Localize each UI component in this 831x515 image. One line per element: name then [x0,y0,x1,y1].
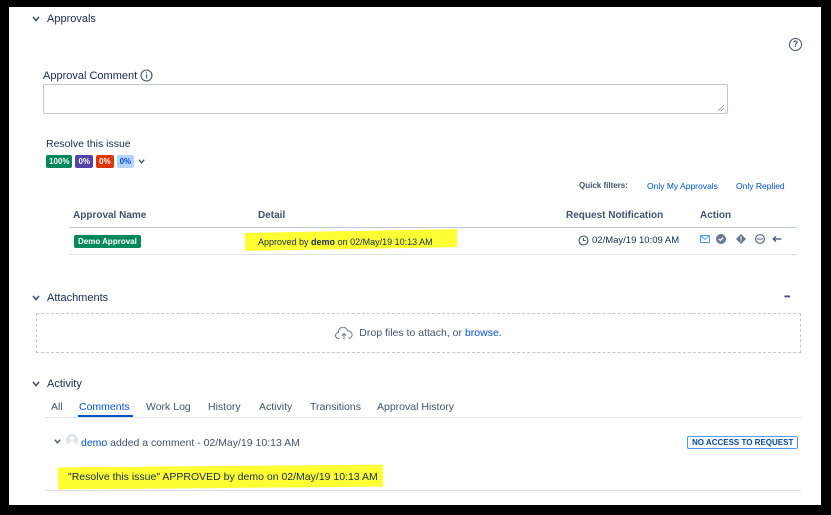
tab-work-log[interactable]: Work Log [146,401,191,413]
clock-icon [578,235,589,246]
approval-detail: Approved by demo on 02/May/19 10:13 AM [258,237,433,247]
attachment-dropzone[interactable]: Drop files to attach, or browse. [36,313,801,353]
filter-only-my-approvals[interactable]: Only My Approvals [647,181,718,191]
cloud-upload-icon [335,326,353,339]
tab-history[interactable]: History [208,401,241,413]
reply-icon[interactable] [772,234,782,244]
comment-divider [45,490,801,491]
comment-timestamp: added a comment - 02/May/19 10:13 AM [107,437,300,449]
pending-percent-badge: 0% [75,155,94,168]
request-notification-cell: 02/May/19 10:09 AM [578,235,679,246]
detail-user: demo [311,237,336,247]
activity-section-toggle[interactable]: Activity [31,378,82,390]
tab-all[interactable]: All [51,401,63,413]
comment-meta: demo added a comment - 02/May/19 10:13 A… [81,437,300,449]
comment-body: "Resolve this issue" APPROVED by demo on… [68,471,378,483]
approval-title: Resolve this issue [46,138,131,150]
dropzone-label: Drop files to attach, or [359,327,465,339]
collapse-comment-icon[interactable] [53,437,62,446]
attachments-more-icon[interactable]: ••• [784,292,790,301]
approved-percent-badge: 100% [46,155,73,168]
browse-link[interactable]: browse. [465,327,502,339]
column-header-request-notification: Request Notification [566,210,664,221]
attachments-section-toggle[interactable]: Attachments [31,292,108,304]
quick-filters-label: Quick filters: [579,181,628,190]
chevron-down-icon[interactable] [137,157,146,166]
chevron-down-icon [32,16,40,22]
activity-section-title: Activity [47,378,82,390]
other-percent-badge: 0% [116,155,135,168]
tab-transitions[interactable]: Transitions [310,401,361,413]
column-header-action: Action [700,210,732,221]
resize-handle-icon[interactable] [717,104,725,112]
tab-activity[interactable]: Activity [259,401,292,413]
more-options-icon[interactable] [755,234,765,244]
approve-check-icon[interactable] [716,234,726,244]
column-header-detail: Detail [258,210,286,221]
declined-percent-badge: 0% [96,155,114,168]
tab-approval-history[interactable]: Approval History [377,401,454,413]
user-avatar-icon [67,436,77,446]
email-icon[interactable] [700,234,710,244]
status-badge: NO ACCESS TO REQUEST [687,436,799,449]
issue-panel: Approvals ? Approval Comment Resolve thi… [9,7,821,505]
avatar [66,434,78,446]
info-icon[interactable] [140,69,153,82]
dropzone-text: Drop files to attach, or browse. [359,327,501,339]
approval-name-lozenge[interactable]: Demo Approval [74,235,141,248]
approval-progress: 100% 0% 0% 0% [46,155,146,168]
column-header-approval-name: Approval Name [73,210,147,221]
decline-warning-icon[interactable] [736,234,746,244]
table-header-divider [69,227,797,228]
notification-time: 02/May/19 10:09 AM [592,235,680,246]
filter-only-replied[interactable]: Only Replied [736,181,785,191]
chevron-down-icon [32,381,40,387]
tabs-divider [45,417,801,418]
approval-comment-label-row: Approval Comment [43,69,153,82]
detail-prefix: Approved by [258,237,312,247]
table-row-divider [69,254,797,255]
attachments-section-title: Attachments [47,292,109,304]
comment-author-link[interactable]: demo [81,437,107,449]
chevron-down-icon [32,295,40,301]
approvals-section-title: Approvals [47,13,96,25]
tab-comments[interactable]: Comments [79,401,130,413]
approval-comment-label: Approval Comment [43,69,138,82]
detail-suffix: on 02/May/19 10:13 AM [335,237,433,247]
approval-comment-field[interactable] [43,84,728,114]
help-icon[interactable]: ? [789,38,802,51]
approvals-section-toggle[interactable]: Approvals [31,13,96,25]
